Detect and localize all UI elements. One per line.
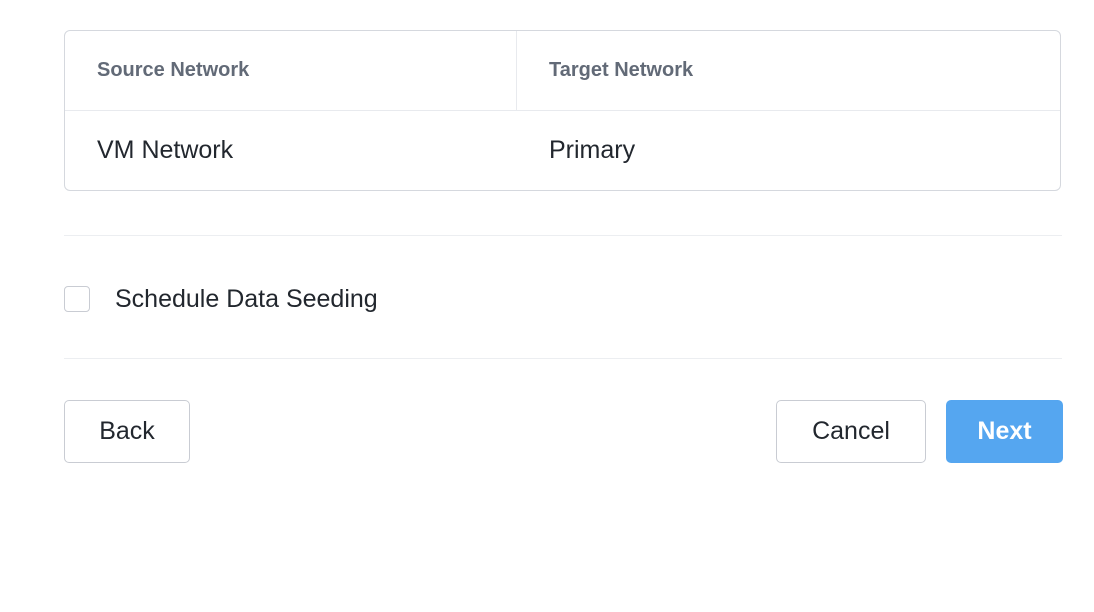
target-network-cell[interactable]: Primary <box>517 111 1060 190</box>
source-network-cell: VM Network <box>97 136 234 164</box>
cancel-button[interactable]: Cancel <box>776 400 926 463</box>
column-header-source-network: Source Network <box>65 31 517 110</box>
schedule-data-seeding-label[interactable]: Schedule Data Seeding <box>115 285 378 314</box>
schedule-seeding-row[interactable]: Schedule Data Seeding <box>64 284 378 314</box>
table-row: VM Network Primary <box>65 111 1060 190</box>
footer-divider <box>64 358 1062 359</box>
next-button[interactable]: Next <box>946 400 1063 463</box>
section-divider <box>64 235 1062 236</box>
wizard-step: Source Network Target Network VM Network… <box>0 0 1094 612</box>
column-header-target-network: Target Network <box>549 59 694 81</box>
table-header-row: Source Network Target Network <box>65 31 1060 111</box>
network-mapping-table: Source Network Target Network VM Network… <box>64 30 1061 191</box>
back-button[interactable]: Back <box>64 400 190 463</box>
schedule-data-seeding-checkbox[interactable] <box>64 286 90 312</box>
